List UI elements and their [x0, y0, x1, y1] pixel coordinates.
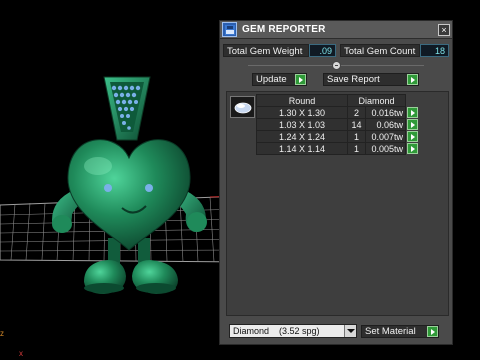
gem-weight: 0.007tw — [365, 130, 406, 143]
arrow-right-icon — [427, 326, 438, 337]
gem-size: 1.03 X 1.03 — [256, 118, 348, 131]
arrow-right-icon[interactable] — [407, 106, 418, 118]
table-row[interactable]: 1.24 X 1.24 1 0.007tw — [256, 130, 420, 143]
gem-size: 1.14 X 1.14 — [256, 142, 348, 155]
table-row[interactable]: 1.14 X 1.14 1 0.005tw — [256, 142, 420, 155]
gem-size: 1.30 X 1.30 — [256, 106, 348, 119]
close-icon[interactable]: × — [438, 24, 450, 36]
update-button-label: Update — [256, 74, 287, 85]
gem-quantity: 1 — [347, 142, 366, 155]
table-row[interactable]: 1.03 X 1.03 14 0.06tw — [256, 118, 420, 131]
right-eye-gem — [145, 184, 153, 192]
total-gem-weight-value: .09 — [309, 44, 336, 57]
arrow-right-icon — [295, 74, 306, 85]
gem-weight: 0.06tw — [365, 118, 406, 131]
table-row[interactable]: 1.30 X 1.30 2 0.016tw — [256, 106, 420, 119]
set-material-button-label: Set Material — [365, 326, 416, 337]
left-eye-gem — [104, 184, 112, 192]
gem-weight: 0.016tw — [365, 106, 406, 119]
app-logo-icon — [222, 22, 237, 37]
total-gem-count-value: 18 — [420, 44, 449, 57]
material-dropdown-value: Diamond (3.52 spg) — [233, 326, 320, 336]
material-dropdown[interactable]: Diamond (3.52 spg) — [229, 324, 357, 338]
update-button[interactable]: Update — [252, 73, 307, 86]
x-axis-label: x — [19, 349, 23, 358]
gem-size: 1.24 X 1.24 — [256, 130, 348, 143]
gem-quantity: 14 — [347, 118, 366, 131]
panel-title: GEM REPORTER — [242, 24, 326, 35]
gem-icon[interactable] — [230, 96, 255, 118]
z-axis-label: z — [0, 329, 4, 338]
total-gem-weight-label: Total Gem Weight — [223, 44, 309, 57]
column-header-shape: Round — [256, 94, 348, 107]
arrow-right-icon[interactable] — [407, 130, 418, 142]
set-material-button[interactable]: Set Material — [361, 325, 439, 338]
panel-slider-handle[interactable] — [332, 61, 341, 70]
gem-quantity: 1 — [347, 130, 366, 143]
gem-reporter-panel: GEM REPORTER × Total Gem Weight .09 Tota… — [219, 20, 453, 345]
column-header-material: Diamond — [347, 94, 406, 107]
arrow-right-icon[interactable] — [407, 118, 418, 130]
panel-titlebar[interactable]: GEM REPORTER × — [220, 21, 452, 39]
arrow-right-icon[interactable] — [407, 142, 418, 154]
gem-table: Round Diamond 1.30 X 1.30 2 0.016tw 1.03… — [256, 94, 420, 155]
save-report-button[interactable]: Save Report — [323, 73, 419, 86]
gem-list-area: Round Diamond 1.30 X 1.30 2 0.016tw 1.03… — [226, 91, 449, 316]
gem-quantity: 2 — [347, 106, 366, 119]
arrow-right-icon — [407, 74, 418, 85]
gem-weight: 0.005tw — [365, 142, 406, 155]
total-gem-count-label: Total Gem Count — [340, 44, 420, 57]
chevron-down-icon[interactable] — [344, 325, 356, 337]
save-report-button-label: Save Report — [327, 74, 380, 85]
